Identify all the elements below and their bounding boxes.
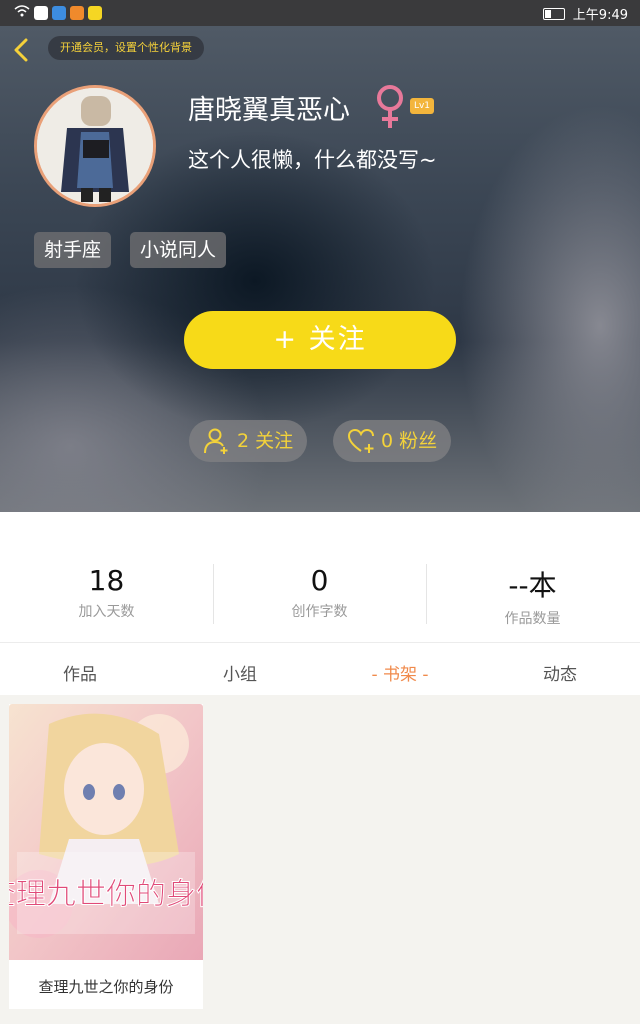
female-icon bbox=[372, 84, 408, 130]
stat-value: --本 bbox=[508, 569, 557, 602]
fans-count: 0 粉丝 bbox=[381, 430, 438, 452]
stats-row: 18 加入天数 0 创作字数 --本 作品数量 bbox=[0, 512, 640, 642]
vip-background-tip[interactable]: 开通会员，设置个性化背景 bbox=[48, 36, 204, 60]
stat-value: 0 bbox=[310, 564, 329, 597]
status-bar: 上午9:49 bbox=[0, 0, 640, 26]
bookshelf: 查理九世你的身份 查理九世之你的身份 bbox=[0, 695, 640, 1024]
tab-activity[interactable]: 动态 bbox=[480, 660, 640, 685]
wifi-icon bbox=[14, 5, 30, 21]
tab-works[interactable]: 作品 bbox=[0, 660, 160, 685]
book-card[interactable]: 查理九世你的身份 查理九世之你的身份 bbox=[9, 704, 203, 1009]
profile-tabs: 作品 小组 - 书架 - 动态 bbox=[0, 642, 640, 695]
following-count-button[interactable]: 2 关注 bbox=[189, 420, 307, 462]
tag-interest: 小说同人 bbox=[130, 232, 227, 268]
book-cover[interactable]: 查理九世你的身份 bbox=[9, 704, 203, 960]
notification-app-icon bbox=[88, 6, 102, 20]
status-time: 上午9:49 bbox=[572, 8, 628, 23]
tag-constellation: 射手座 bbox=[34, 232, 112, 268]
book-title: 查理九世之你的身份 bbox=[38, 978, 174, 996]
cover-title-text: 查理九世你的身份 bbox=[9, 877, 203, 912]
notification-app-icon bbox=[70, 6, 84, 20]
stat-join-days: 18 加入天数 bbox=[0, 564, 213, 621]
stat-value: 18 bbox=[88, 564, 125, 597]
fans-count-button[interactable]: 0 粉丝 bbox=[333, 420, 451, 462]
notification-app-icon bbox=[34, 6, 48, 20]
tab-bookshelf[interactable]: - 书架 - bbox=[320, 660, 480, 685]
nickname: 唐晓翼真恶心 bbox=[188, 95, 350, 126]
notification-app-icon bbox=[52, 6, 66, 20]
stat-word-count: 0 创作字数 bbox=[213, 564, 426, 621]
stat-label: 作品数量 bbox=[504, 611, 561, 627]
profile-header: 开通会员，设置个性化背景 唐晓翼真恶心 Lv1 这个人很懒，什么都没写~ 射手座… bbox=[0, 26, 640, 512]
battery-icon bbox=[542, 7, 565, 20]
tab-groups[interactable]: 小组 bbox=[160, 660, 320, 685]
stat-works-count: --本 作品数量 bbox=[426, 564, 639, 628]
back-arrow-icon[interactable] bbox=[10, 38, 34, 62]
user-add-icon bbox=[204, 428, 228, 454]
avatar[interactable] bbox=[34, 85, 156, 207]
signature: 这个人很懒，什么都没写~ bbox=[188, 148, 437, 172]
level-badge: Lv1 bbox=[410, 98, 434, 114]
following-count: 2 关注 bbox=[237, 430, 294, 452]
stat-label: 加入天数 bbox=[78, 604, 135, 620]
follow-button[interactable]: + 关注 bbox=[184, 311, 456, 369]
stat-label: 创作字数 bbox=[291, 604, 348, 620]
heart-add-icon bbox=[347, 428, 374, 453]
